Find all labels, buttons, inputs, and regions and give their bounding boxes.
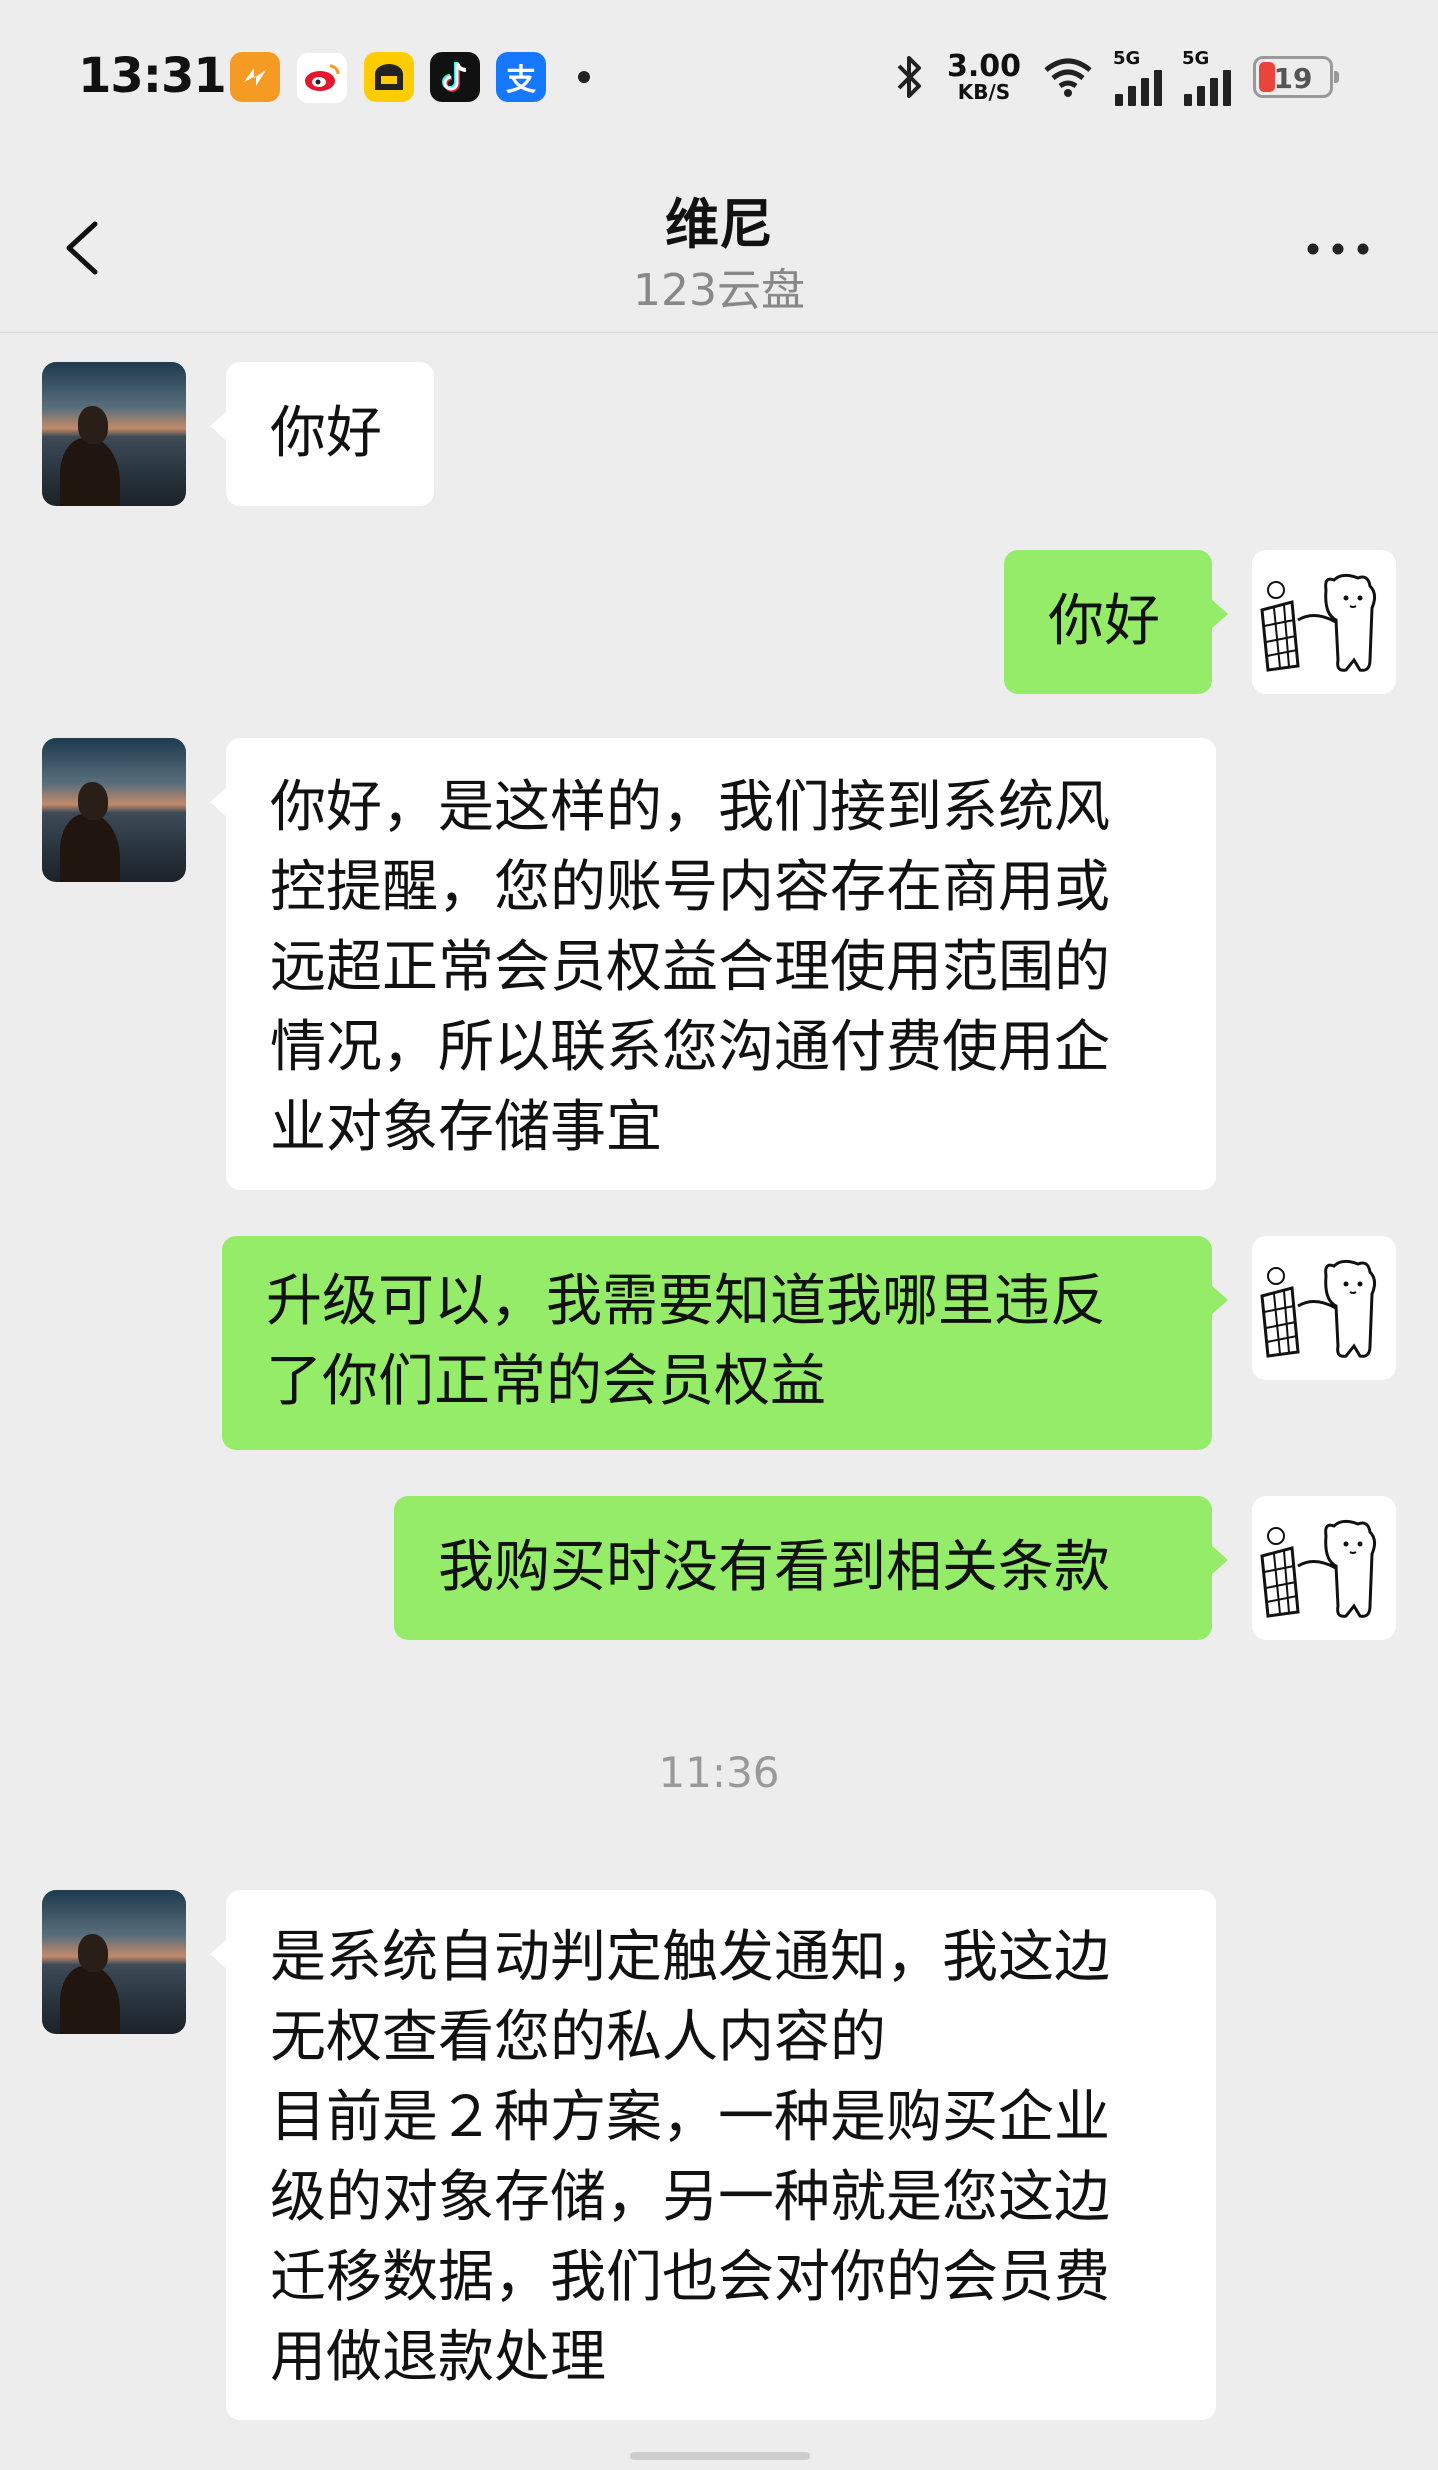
user-avatar[interactable] <box>1252 1496 1396 1640</box>
bear-sticker-icon <box>1260 1519 1377 1618</box>
tiktok-icon <box>430 52 480 102</box>
network-speed: 3.00 KB/S <box>946 49 1021 104</box>
signal2-label: 5G <box>1182 48 1210 69</box>
chat-header: 维尼 123云盘 <box>0 150 1438 333</box>
user-avatar[interactable] <box>1252 550 1396 694</box>
user-avatar[interactable] <box>1252 1236 1396 1380</box>
status-time: 13:31 <box>78 48 227 104</box>
message-bubble-received[interactable]: 是系统自动判定触发通知，我这边 无权查看您的私人内容的 目前是２种方案，一种是购… <box>210 1890 1216 2420</box>
status-bar: 13:31 支 3.00 KB/S 5G 5G 19 <box>0 0 1438 150</box>
system-indicators: 3.00 KB/S 5G 5G 19 <box>895 48 1339 106</box>
more-notifications-dot <box>578 71 590 83</box>
contact-avatar[interactable] <box>42 1890 186 2034</box>
weibo-icon <box>296 52 348 104</box>
signal-5g-1-icon: 5G <box>1113 48 1162 106</box>
signal-5g-2-icon: 5G <box>1182 48 1231 106</box>
alipay-icon: 支 <box>496 52 546 102</box>
message-text: 是系统自动判定触发通知，我这边 无权查看您的私人内容的 目前是２种方案，一种是购… <box>270 1925 1110 2390</box>
message-bubble-received[interactable]: 你好 <box>210 362 434 506</box>
yellow-app-icon <box>364 52 414 102</box>
message-text: 我购买时没有看到相关条款 <box>438 1535 1110 1600</box>
message-bubble-sent[interactable]: 你好 <box>1004 550 1228 694</box>
network-speed-unit: KB/S <box>957 80 1011 104</box>
signal1-label: 5G <box>1113 48 1141 69</box>
battery-level: 19 <box>1273 62 1313 95</box>
app-orange-icon <box>230 52 280 102</box>
contact-avatar[interactable] <box>42 738 186 882</box>
bear-sticker-icon <box>1260 1259 1377 1358</box>
wifi-icon <box>1044 58 1092 97</box>
bluetooth-icon <box>897 56 921 98</box>
more-options-icon[interactable] <box>1306 242 1370 256</box>
chat-timestamp: 11:36 <box>658 1748 780 1797</box>
message-text: 你好 <box>270 401 382 466</box>
message-bubble-received[interactable]: 你好，是这样的，我们接到系统风 控提醒，您的账号内容存在商用或 远超正常会员权益… <box>210 738 1216 1190</box>
message-bubble-sent[interactable]: 升级可以，我需要知道我哪里违反 了你们正常的会员权益 <box>222 1236 1228 1450</box>
bear-sticker-icon <box>1260 573 1377 672</box>
home-indicator[interactable] <box>630 2452 810 2460</box>
message-text: 升级可以，我需要知道我哪里违反 了你们正常的会员权益 <box>266 1269 1106 1414</box>
contact-avatar[interactable] <box>42 362 186 506</box>
battery-icon: 19 <box>1253 56 1339 98</box>
chat-subtitle: 123云盘 <box>633 265 805 316</box>
chat-title: 维尼 <box>665 193 773 256</box>
notification-icons: 支 <box>230 52 590 104</box>
network-speed-value: 3.00 <box>946 49 1021 84</box>
message-bubble-sent[interactable]: 我购买时没有看到相关条款 <box>394 1496 1228 1640</box>
message-text: 你好，是这样的，我们接到系统风 控提醒，您的账号内容存在商用或 远超正常会员权益… <box>270 775 1110 1160</box>
message-text: 你好 <box>1048 589 1160 654</box>
